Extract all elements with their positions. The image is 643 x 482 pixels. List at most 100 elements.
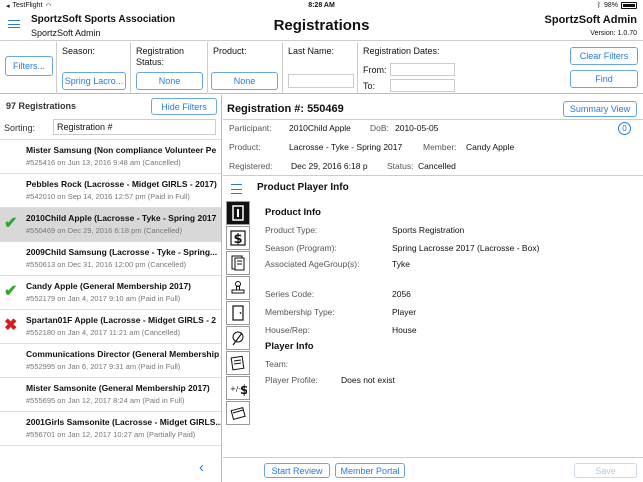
registration-row-title: Pebbles Rock (Lacrosse - Midget GIRLS - … <box>26 179 217 189</box>
dob-label: DoB: <box>370 123 389 133</box>
registration-row-subtitle: #552179 on Jan 4, 2017 9:10 am (Paid in … <box>26 294 181 303</box>
member-label: Member: <box>423 142 457 152</box>
sorting-select[interactable]: Registration # <box>53 119 216 135</box>
season-program-value: Spring Lacrosse 2017 (Lacrosse - Box) <box>392 243 540 253</box>
registration-row-subtitle: #542010 on Sep 14, 2016 12:57 pm (Paid i… <box>26 192 190 201</box>
product-label: Product: <box>213 46 247 56</box>
to-label: To: <box>363 81 376 91</box>
detail-tabs: $ +/- $ <box>226 201 252 453</box>
team-label: Team: <box>265 359 289 369</box>
registered-value: Dec 29, 2016 6:18 p <box>291 161 368 171</box>
registration-row-title: Communications Director (General Members… <box>26 349 220 359</box>
find-button[interactable]: Find <box>570 70 638 88</box>
registration-row-subtitle: #552180 on Jan 4, 2017 11:21 am (Cancell… <box>26 328 181 337</box>
registration-row-subtitle: #550613 on Dec 31, 2016 12:00 pm (Cancel… <box>26 260 187 269</box>
card-icon[interactable] <box>226 401 250 425</box>
reg-dates-filter: Registration Dates: From: To: <box>357 42 564 94</box>
registration-row-title: 2010Child Apple (Lacrosse - Tyke - Sprin… <box>26 213 217 223</box>
to-date-input[interactable] <box>390 79 455 92</box>
version-label: Version: 1.0.70 <box>590 30 637 37</box>
plus-minus-dollar-icon[interactable]: +/- $ <box>226 376 250 400</box>
registration-row-title: Mister Samsung (Non compliance Volunteer… <box>26 145 217 155</box>
last-name-filter: Last Name: <box>282 42 357 94</box>
reg-status-filter: Registration Status: None <box>130 42 207 94</box>
hide-filters-button[interactable]: Hide Filters <box>151 98 217 115</box>
divider <box>223 175 643 176</box>
svg-text:$: $ <box>233 232 242 247</box>
registration-count: 97 Registrations <box>6 101 77 111</box>
stamp-icon[interactable] <box>226 276 250 300</box>
registration-row-title: 2001Girls Samsonite (Lacrosse - Midget G… <box>26 417 221 427</box>
checkmark-icon: ✔ <box>4 215 18 232</box>
save-button[interactable]: Save <box>574 463 637 478</box>
season-filter: Season: Spring Lacro... <box>56 42 130 94</box>
door-icon[interactable] <box>226 301 250 325</box>
reg-status-label: Registration Status: <box>136 46 185 67</box>
product-type-label: Product Type: <box>265 225 318 235</box>
player-profile-label: Player Profile: <box>265 375 318 385</box>
reg-status-select[interactable]: None <box>136 72 203 90</box>
status-label: Status: <box>387 161 414 171</box>
notes-icon[interactable] <box>226 351 250 375</box>
dob-value: 2010-05-05 <box>395 123 439 133</box>
chevron-left-icon[interactable]: ‹ <box>199 459 204 476</box>
section-title: Product Player Info <box>257 182 349 193</box>
age-group-value: Tyke <box>392 259 410 269</box>
player-info-heading: Player Info <box>265 341 314 352</box>
season-program-label: Season (Program): <box>265 243 337 253</box>
product-type-value: Sports Registration <box>392 225 465 235</box>
status-bar: ◂ TestFlight ◠ 8:28 AM ᛒ 98% <box>0 0 643 11</box>
member-portal-button[interactable]: Member Portal <box>335 463 405 478</box>
registration-row-subtitle: #552995 on Jan 6, 2017 9:31 am (Paid in … <box>26 362 181 371</box>
app-header: SportzSoft Sports Association SportzSoft… <box>0 11 643 41</box>
registration-row[interactable]: ✔ 2010Child Apple (Lacrosse - Tyke - Spri… <box>0 207 221 241</box>
last-name-label: Last Name: <box>288 46 335 56</box>
series-code-label: Series Code: <box>265 289 315 299</box>
from-label: From: <box>363 65 387 75</box>
series-code-value: 2056 <box>392 289 411 299</box>
pen-signature-icon[interactable] <box>226 326 250 350</box>
registration-row[interactable]: Mister Samsung (Non compliance Volunteer… <box>0 139 221 173</box>
registration-row-subtitle: #550469 on Dec 29, 2016 6:18 pm (Cancell… <box>26 226 182 235</box>
registration-row[interactable]: Communications Director (General Members… <box>0 343 221 377</box>
filter-bar: Filters... Season: Spring Lacro... Regis… <box>0 42 643 94</box>
registration-row[interactable]: 2009Child Samsung (Lacrosse - Tyke - Spr… <box>0 241 221 275</box>
clear-filters-button[interactable]: Clear Filters <box>570 47 638 65</box>
dollar-icon[interactable]: $ <box>226 226 250 250</box>
registration-row[interactable]: 2001Girls Samsonite (Lacrosse - Midget G… <box>0 411 221 445</box>
age-group-label: Associated AgeGroup(s): <box>265 259 360 269</box>
season-label: Season: <box>62 46 96 56</box>
start-review-button[interactable]: Start Review <box>264 463 330 478</box>
house-rep-label: House/Rep: <box>265 325 310 335</box>
section-menu-icon[interactable] <box>231 184 242 194</box>
divider <box>223 457 643 458</box>
sorting-label: Sorting: <box>4 123 36 133</box>
season-select[interactable]: Spring Lacro... <box>62 72 126 90</box>
product-select[interactable]: None <box>211 72 278 90</box>
status-value: Cancelled <box>418 161 456 171</box>
svg-text:$: $ <box>240 383 247 397</box>
registration-row-title: Administrator (General Membership 2017) <box>26 451 221 452</box>
registration-row-subtitle: #556701 on Jan 12, 2017 10:27 am (Partia… <box>26 430 196 439</box>
from-date-input[interactable] <box>390 63 455 76</box>
registration-row[interactable]: ✔ Candy Apple (General Membership 2017) #5… <box>0 275 221 309</box>
registration-row[interactable]: ✖ Spartan01F Apple (Lacrosse - Midget GIR… <box>0 309 221 343</box>
registration-list: Mister Samsung (Non compliance Volunteer… <box>0 139 221 452</box>
count-badge[interactable]: 0 <box>618 122 631 135</box>
member-value: Candy Apple <box>466 142 515 152</box>
summary-view-button[interactable]: Summary View <box>563 101 637 117</box>
last-name-input[interactable] <box>288 74 354 88</box>
cross-icon: ✖ <box>4 317 18 334</box>
registration-list-panel: 97 Registrations Hide Filters Sorting: R… <box>0 95 222 482</box>
participant-label: Participant: <box>229 123 272 133</box>
documents-icon[interactable] <box>226 251 250 275</box>
registration-row[interactable]: Administrator (General Membership 2017) <box>0 445 221 452</box>
membership-type-value: Player <box>392 307 417 317</box>
registration-row[interactable]: Pebbles Rock (Lacrosse - Midget GIRLS - … <box>0 173 221 207</box>
participant-value: 2010Child Apple <box>289 123 351 133</box>
membership-type-label: Membership Type: <box>265 307 335 317</box>
info-icon[interactable] <box>226 201 250 225</box>
registration-row[interactable]: Mister Samsonite (General Membership 201… <box>0 377 221 411</box>
filters-button[interactable]: Filters... <box>5 56 53 76</box>
registration-number: Registration #: 550469 <box>227 103 344 115</box>
